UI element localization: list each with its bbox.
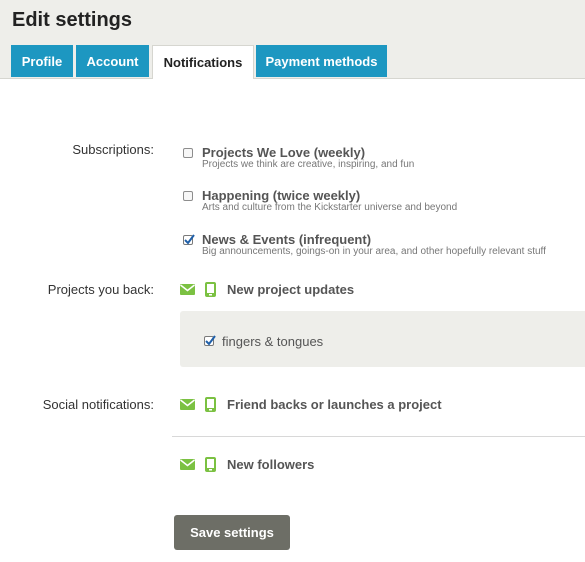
projects-you-back-label: Projects you back: bbox=[47, 282, 154, 297]
checkmark-icon bbox=[205, 335, 216, 346]
notification-label: Friend backs or launches a project bbox=[227, 397, 442, 412]
subscription-description: Arts and culture from the Kickstarter un… bbox=[202, 202, 458, 213]
page-header: Edit settings Profile Account Notificati… bbox=[0, 0, 585, 79]
backed-projects-box: fingers & tongues bbox=[180, 311, 585, 367]
tab-payment-methods[interactable]: Payment methods bbox=[256, 45, 387, 77]
page-title: Edit settings bbox=[12, 9, 133, 31]
tab-notifications[interactable]: Notifications bbox=[152, 45, 254, 79]
subscription-description: Big announcements, goings-on in your are… bbox=[202, 246, 546, 257]
subscription-description: Projects we think are creative, inspirin… bbox=[202, 159, 415, 170]
news-events-checkbox[interactable] bbox=[183, 234, 195, 245]
phone-icon[interactable] bbox=[205, 282, 216, 297]
subscriptions-label: Subscriptions: bbox=[72, 142, 154, 157]
mail-icon[interactable] bbox=[180, 459, 195, 470]
backed-project-checkbox[interactable] bbox=[204, 335, 216, 346]
checkmark-icon bbox=[184, 234, 195, 245]
mail-icon[interactable] bbox=[180, 399, 195, 410]
mail-icon[interactable] bbox=[180, 284, 195, 295]
subscription-title: News & Events (infrequent) bbox=[202, 232, 372, 247]
backed-project-name: fingers & tongues bbox=[222, 334, 324, 349]
notification-label: New project updates bbox=[227, 282, 355, 297]
projects-we-love-checkbox[interactable] bbox=[183, 148, 193, 158]
notification-label: New followers bbox=[227, 457, 315, 472]
happening-checkbox[interactable] bbox=[183, 191, 193, 201]
save-settings-button[interactable]: Save settings bbox=[174, 515, 290, 550]
subscription-title: Projects We Love (weekly) bbox=[202, 145, 366, 160]
phone-icon[interactable] bbox=[205, 397, 216, 412]
tab-profile[interactable]: Profile bbox=[11, 45, 73, 77]
social-notifications-label: Social notifications: bbox=[42, 397, 154, 412]
phone-icon[interactable] bbox=[205, 457, 216, 472]
tab-account[interactable]: Account bbox=[76, 45, 149, 77]
subscription-title: Happening (twice weekly) bbox=[202, 188, 361, 203]
divider bbox=[172, 436, 585, 437]
